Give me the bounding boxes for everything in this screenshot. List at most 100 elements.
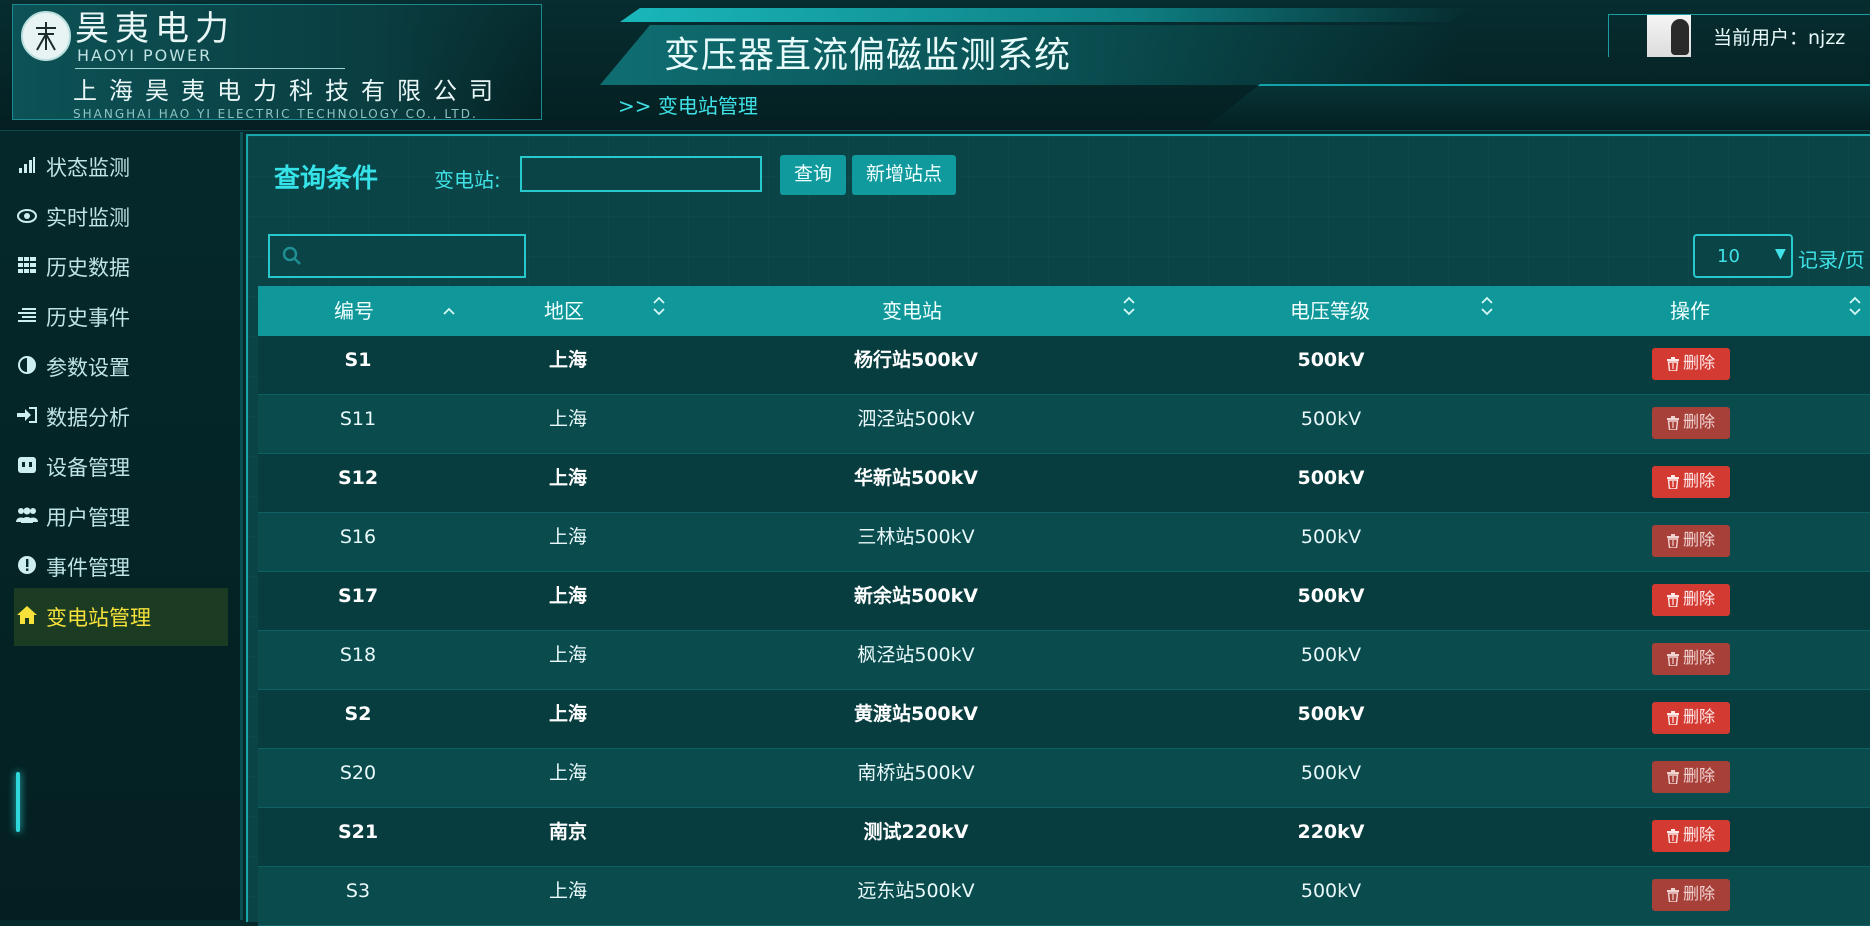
column-header-region[interactable]: 地区 [544,286,584,336]
sort-asc-icon[interactable] [442,286,456,336]
cell-voltage: 500kV [1297,349,1365,371]
trash-icon [1666,652,1679,666]
trash-icon [1666,829,1679,843]
sidebar-item-label: 变电站管理 [46,606,151,630]
cell-region: 上海 [548,408,588,430]
header-decoration [1200,84,1870,132]
cell-id: S18 [339,644,377,666]
column-header-id[interactable]: 编号 [334,286,374,336]
trash-icon [1666,770,1679,784]
delete-button[interactable]: 删除 [1652,702,1730,734]
breadcrumb: >> 变电站管理 [618,94,758,118]
delete-button[interactable]: 删除 [1652,643,1730,675]
users-icon [14,507,40,528]
cell-voltage: 500kV [1297,585,1365,607]
avatar[interactable] [1647,15,1691,57]
device-icon [14,456,40,478]
sidebar-item-label: 事件管理 [46,556,130,580]
station-input[interactable] [520,156,762,192]
sort-both-icon[interactable] [1848,286,1862,336]
company-name-en: SHANGHAI HAO YI ELECTRIC TECHNOLOGY CO.,… [73,107,478,121]
sidebar-item-label: 状态监测 [46,156,130,180]
delete-button-label: 删除 [1682,414,1715,431]
trash-icon [1666,593,1679,607]
delete-button-label: 删除 [1682,650,1715,667]
delete-button-label: 删除 [1682,709,1715,726]
delete-button[interactable]: 删除 [1652,466,1730,498]
add-station-button[interactable]: 新增站点 [852,155,957,195]
cell-station: 测试220kV [863,821,969,843]
cell-station: 华新站500kV [853,467,979,489]
table-header: 编号 地区 变电站 电压等级 操作 [258,286,1870,336]
sort-both-icon[interactable] [1480,286,1494,336]
delete-button[interactable]: 删除 [1652,584,1730,616]
sidebar-item-label: 历史事件 [46,306,130,330]
table-row: S3 上海 远东站500kV 500kV 删除 [258,867,1870,926]
cell-station: 远东站500kV [857,880,975,902]
cell-voltage: 500kV [1297,703,1365,725]
page-size-select[interactable]: 10 ▼ [1693,234,1793,278]
trash-icon [1666,711,1679,725]
cell-id: S12 [337,467,379,489]
logo-icon [21,11,71,61]
delete-button-label: 删除 [1682,591,1715,608]
main-content: 查询条件 变电站: 查询 新增站点 10 ▼ 记录/页 编号 地区 变电站 电压… [246,134,1870,926]
cell-voltage: 500kV [1300,526,1362,548]
table-body: S1 上海 杨行站500kV 500kV 删除 S11 上海 泗泾站500kV … [258,336,1870,926]
delete-button-label: 删除 [1682,473,1715,490]
user-panel: 当前用户：njzz [1608,14,1870,57]
delete-button[interactable]: 删除 [1652,761,1730,793]
query-button[interactable]: 查询 [780,155,847,195]
cell-voltage: 220kV [1297,821,1365,843]
brand-logo-box: 昊夷电力 HAOYI POWER 上海昊夷电力科技有限公司 SHANGHAI H… [12,4,542,121]
search-icon [282,246,302,270]
delete-button-label: 删除 [1682,886,1715,903]
column-header-station[interactable]: 变电站 [882,286,942,336]
table-row: S1 上海 杨行站500kV 500kV 删除 [258,336,1870,395]
list-icon [14,307,40,328]
delete-button[interactable]: 删除 [1652,407,1730,439]
cell-region: 上海 [548,585,588,607]
substation-table: 编号 地区 变电站 电压等级 操作 S1 上海 杨行站500kV 500kV 删… [258,286,1870,926]
cell-region: 上海 [548,762,588,784]
delete-button[interactable]: 删除 [1652,820,1730,852]
cell-id: S3 [345,880,371,902]
sidebar-item-label: 设备管理 [46,456,130,480]
sort-both-icon[interactable] [1122,286,1136,336]
sign-in-icon [14,406,40,428]
cell-station: 泗泾站500kV [857,408,975,430]
cell-voltage: 500kV [1300,644,1362,666]
cell-region: 上海 [548,349,588,371]
delete-button[interactable]: 删除 [1652,348,1730,380]
cell-id: S11 [339,408,377,430]
cell-region: 上海 [548,526,588,548]
cell-id: S17 [337,585,379,607]
delete-button[interactable]: 删除 [1652,525,1730,557]
station-label: 变电站: [434,168,501,192]
query-section-title: 查询条件 [274,164,379,194]
system-title: 变压器直流偏磁监测系统 [664,35,1072,76]
cell-station: 杨行站500kV [853,349,979,371]
table-row: S17 上海 新余站500kV 500kV 删除 [258,572,1870,631]
table-row: S20 上海 南桥站500kV 500kV 删除 [258,749,1870,808]
home-icon [14,605,40,629]
cell-voltage: 500kV [1300,762,1362,784]
bar-chart-icon [14,156,40,178]
cell-station: 新余站500kV [853,585,979,607]
trash-icon [1666,475,1679,489]
sidebar-item-label: 实时监测 [46,206,130,230]
search-input[interactable] [310,242,518,272]
sort-both-icon[interactable] [652,286,666,336]
trash-icon [1666,534,1679,548]
delete-button[interactable]: 删除 [1652,879,1730,911]
cell-voltage: 500kV [1297,467,1365,489]
cell-station: 南桥站500kV [857,762,975,784]
sidebar-item-substation-management[interactable]: 变电站管理 [14,588,228,646]
brand-name-en: HAOYI POWER [77,46,213,65]
column-header-voltage[interactable]: 电压等级 [1290,286,1370,336]
eye-icon [14,207,40,228]
delete-button-label: 删除 [1682,532,1715,549]
page-size-value: 10 [1717,246,1740,267]
cell-voltage: 500kV [1300,408,1362,430]
trash-icon [1666,357,1679,371]
